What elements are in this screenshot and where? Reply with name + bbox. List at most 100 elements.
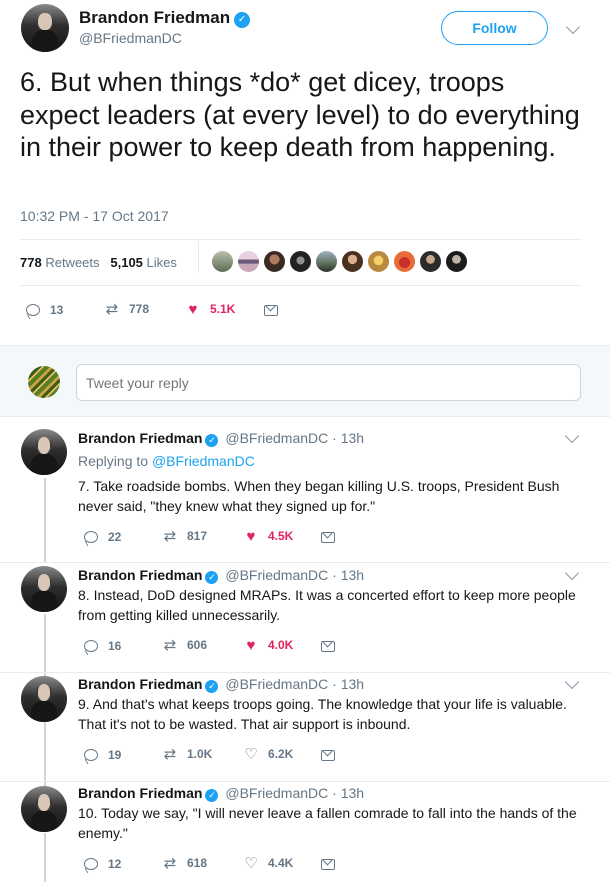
reply-count: 19 bbox=[108, 748, 122, 762]
reply-action[interactable]: 16 bbox=[82, 637, 121, 655]
direct-message-action[interactable] bbox=[319, 855, 345, 873]
author-avatar[interactable] bbox=[21, 566, 67, 612]
stats-divider bbox=[198, 241, 199, 273]
reply-time[interactable]: · 13h bbox=[332, 676, 364, 692]
tweet-reply-input[interactable] bbox=[76, 364, 581, 401]
like-action[interactable]: ♡ 4.4K bbox=[242, 854, 293, 872]
envelope-icon bbox=[321, 640, 335, 652]
liker-avatar[interactable] bbox=[367, 250, 390, 273]
liker-avatar[interactable] bbox=[211, 250, 234, 273]
reply-time[interactable]: · 13h bbox=[332, 785, 364, 801]
liker-avatar[interactable] bbox=[315, 250, 338, 273]
like-action[interactable]: ♥ 4.5K bbox=[242, 527, 294, 545]
reply-icon bbox=[84, 858, 98, 870]
reply-count: 16 bbox=[108, 639, 122, 653]
heart-outline-icon: ♡ bbox=[244, 855, 258, 872]
direct-message-action[interactable] bbox=[319, 637, 345, 655]
author-display-name[interactable]: Brandon Friedman ✓ bbox=[79, 8, 251, 28]
like-action[interactable]: ♡ 6.2K bbox=[242, 745, 293, 763]
retweet-count: 817 bbox=[187, 529, 208, 543]
liker-avatar[interactable] bbox=[393, 250, 416, 273]
tweet-timestamp[interactable]: 10:32 PM - 17 Oct 2017 bbox=[20, 208, 169, 224]
reply-time[interactable]: · 13h bbox=[332, 430, 364, 446]
replying-to-label: Replying to bbox=[78, 453, 149, 469]
direct-message-action[interactable] bbox=[319, 746, 345, 764]
reply-action[interactable]: 13 bbox=[24, 301, 63, 319]
thread-connector bbox=[44, 833, 46, 882]
heart-filled-icon: ♥ bbox=[246, 636, 256, 654]
liker-avatar[interactable] bbox=[341, 250, 364, 273]
reply-count: 12 bbox=[108, 857, 122, 871]
liker-avatar[interactable] bbox=[445, 250, 468, 273]
reply-action[interactable]: 19 bbox=[82, 746, 121, 764]
author-handle[interactable]: @BFriedmanDC bbox=[225, 430, 328, 446]
author-display-name[interactable]: Brandon Friedman bbox=[78, 676, 202, 692]
author-avatar[interactable] bbox=[21, 676, 67, 722]
like-count: 4.5K bbox=[268, 529, 294, 543]
like-action[interactable]: ♥ 5.1K bbox=[184, 300, 236, 318]
verified-badge-icon: ✓ bbox=[205, 789, 219, 802]
liker-avatar[interactable] bbox=[289, 250, 312, 273]
direct-message-action[interactable] bbox=[319, 528, 345, 546]
retweet-action[interactable]: ⇄ 1.0K bbox=[161, 745, 213, 763]
reply-icon bbox=[26, 304, 40, 316]
reply-text: 8. Instead, DoD designed MRAPs. It was a… bbox=[78, 587, 576, 623]
likes-stat[interactable]: 5,105 Likes bbox=[110, 255, 177, 270]
author-display-name[interactable]: Brandon Friedman bbox=[78, 785, 202, 801]
heart-outline-icon: ♡ bbox=[244, 746, 258, 763]
liker-avatar[interactable] bbox=[419, 250, 442, 273]
direct-message-action[interactable] bbox=[262, 301, 288, 319]
chevron-down-icon[interactable] bbox=[565, 19, 581, 35]
envelope-icon bbox=[321, 749, 335, 761]
divider bbox=[20, 239, 582, 240]
retweet-action[interactable]: ⇄ 817 bbox=[161, 527, 207, 545]
envelope-icon bbox=[321, 531, 335, 543]
verified-badge-icon: ✓ bbox=[205, 434, 219, 447]
author-display-name[interactable]: Brandon Friedman bbox=[78, 567, 202, 583]
author-handle[interactable]: @BFriedmanDC bbox=[225, 785, 328, 801]
reply-header: Brandon Friedman ✓ @BFriedmanDC · 13h bbox=[78, 785, 364, 802]
reply-action[interactable]: 12 bbox=[82, 855, 121, 873]
reply-action[interactable]: 22 bbox=[82, 528, 121, 546]
retweet-action[interactable]: ⇄ 606 bbox=[161, 636, 207, 654]
tweet-stats: 778 Retweets 5,105 Likes bbox=[20, 255, 177, 270]
author-avatar[interactable] bbox=[21, 4, 69, 52]
heart-filled-icon: ♥ bbox=[246, 527, 256, 545]
reply-header: Brandon Friedman ✓ @BFriedmanDC · 13h bbox=[78, 430, 364, 447]
retweet-count: 778 bbox=[129, 302, 150, 316]
retweets-stat[interactable]: 778 Retweets bbox=[20, 255, 100, 270]
current-user-avatar bbox=[28, 366, 60, 398]
author-name-text[interactable]: Brandon Friedman bbox=[79, 8, 230, 27]
thread-connector bbox=[44, 614, 46, 678]
liker-avatar[interactable] bbox=[263, 250, 286, 273]
author-avatar[interactable] bbox=[21, 429, 67, 475]
reply-time[interactable]: · 13h bbox=[332, 567, 364, 583]
divider bbox=[0, 781, 610, 782]
retweet-count: 606 bbox=[187, 638, 208, 652]
reply-text: 7. Take roadside bombs. When they began … bbox=[78, 478, 560, 514]
chevron-down-icon[interactable] bbox=[564, 428, 580, 444]
liker-avatar[interactable] bbox=[237, 250, 260, 273]
retweet-action[interactable]: ⇄ 778 bbox=[103, 300, 149, 318]
author-handle[interactable]: @BFriedmanDC bbox=[79, 30, 182, 46]
retweet-icon: ⇄ bbox=[163, 637, 177, 654]
like-action[interactable]: ♥ 4.0K bbox=[242, 636, 294, 654]
author-handle[interactable]: @BFriedmanDC bbox=[225, 567, 328, 583]
retweet-icon: ⇄ bbox=[163, 855, 177, 872]
chevron-down-icon[interactable] bbox=[564, 674, 580, 690]
divider bbox=[0, 672, 610, 673]
author-handle[interactable]: @BFriedmanDC bbox=[225, 676, 328, 692]
retweet-action[interactable]: ⇄ 618 bbox=[161, 854, 207, 872]
thread-connector bbox=[44, 478, 46, 562]
follow-button[interactable]: Follow bbox=[441, 11, 548, 45]
author-display-name[interactable]: Brandon Friedman bbox=[78, 430, 202, 446]
chevron-down-icon[interactable] bbox=[564, 565, 580, 581]
reply-header: Brandon Friedman ✓ @BFriedmanDC · 13h bbox=[78, 567, 364, 584]
like-count: 4.4K bbox=[268, 856, 294, 870]
envelope-icon bbox=[321, 858, 335, 870]
reply-icon bbox=[84, 749, 98, 761]
reply-count: 13 bbox=[50, 303, 64, 317]
heart-filled-icon: ♥ bbox=[188, 300, 198, 318]
author-avatar[interactable] bbox=[21, 786, 67, 832]
replying-to-link[interactable]: @BFriedmanDC bbox=[152, 453, 255, 469]
